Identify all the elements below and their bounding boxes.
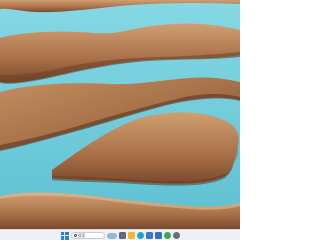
taskbar-search-box[interactable]: 搜索 [70, 232, 105, 239]
widgets-icon[interactable] [106, 232, 117, 239]
file-explorer-icon[interactable] [127, 232, 135, 239]
windows-logo-icon [60, 231, 64, 235]
task-view-icon[interactable] [118, 232, 126, 239]
mail-icon[interactable] [154, 232, 162, 239]
store-icon[interactable] [145, 232, 153, 239]
settings-icon[interactable] [172, 232, 180, 239]
windows-logo-pane [65, 236, 69, 240]
search-icon [73, 234, 77, 237]
desktop: 搜索 [0, 0, 240, 240]
chrome-icon[interactable] [163, 232, 171, 239]
windows-logo-pane [65, 231, 69, 235]
taskbar: 搜索 [0, 229, 240, 240]
windows-logo-pane [60, 236, 64, 240]
search-placeholder: 搜索 [77, 233, 86, 238]
edge-icon[interactable] [136, 232, 144, 239]
desktop-wallpaper [0, 0, 240, 229]
start-button[interactable] [60, 231, 69, 240]
